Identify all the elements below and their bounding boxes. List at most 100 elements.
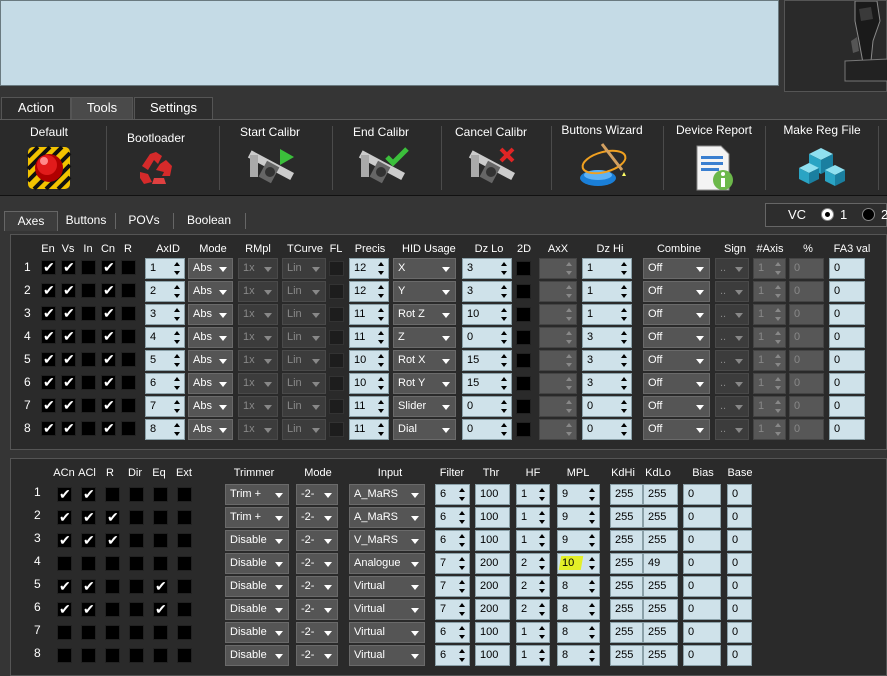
filter-r-checkbox[interactable]	[105, 532, 120, 549]
axis-count-spinner[interactable]: 1	[753, 327, 786, 348]
spinner-arrows-icon[interactable]	[459, 578, 466, 595]
axes-r-checkbox[interactable]	[121, 260, 136, 275]
axes-vs-checkbox[interactable]	[61, 420, 76, 437]
fl-checkbox[interactable]	[329, 261, 344, 276]
spinner-arrows-icon[interactable]	[621, 306, 628, 323]
spinner-arrows-icon[interactable]	[775, 421, 782, 438]
spinner-arrows-icon[interactable]	[775, 306, 782, 323]
input-dropdown[interactable]: A_MaRS	[349, 484, 425, 505]
rmpl-dropdown[interactable]: 1x	[238, 258, 278, 279]
combine-dropdown[interactable]: Off	[643, 327, 710, 348]
sign-dropdown[interactable]: ..	[715, 258, 749, 279]
axid-spinner[interactable]: 5	[145, 350, 185, 371]
axes-in-checkbox[interactable]	[81, 398, 96, 413]
bias-field[interactable]: 0	[683, 645, 721, 666]
spinner-arrows-icon[interactable]	[589, 486, 596, 503]
spinner-arrows-icon[interactable]	[589, 509, 596, 526]
axes-in-checkbox[interactable]	[81, 260, 96, 275]
dz-lo-spinner[interactable]: 3	[462, 281, 512, 302]
hf-spinner[interactable]: 2	[516, 553, 550, 574]
hf-spinner[interactable]: 2	[516, 576, 550, 597]
axes-in-checkbox[interactable]	[81, 421, 96, 436]
axes-en-checkbox[interactable]	[41, 351, 56, 368]
spinner-arrows-icon[interactable]	[378, 375, 385, 392]
base-field[interactable]: 0	[727, 622, 752, 643]
filter-spinner[interactable]: 6	[435, 622, 470, 643]
filter-dir-checkbox[interactable]	[129, 648, 144, 663]
filter-acl-checkbox[interactable]	[81, 509, 96, 526]
dz-hi-spinner[interactable]: 0	[582, 396, 632, 417]
hid-usage-dropdown[interactable]: Rot X	[393, 350, 456, 371]
bias-field[interactable]: 0	[683, 576, 721, 597]
spinner-arrows-icon[interactable]	[378, 306, 385, 323]
axes-in-checkbox[interactable]	[81, 306, 96, 321]
bias-field[interactable]: 0	[683, 553, 721, 574]
make-reg-file-button[interactable]: Make Reg File	[768, 120, 876, 196]
filter-dir-checkbox[interactable]	[129, 556, 144, 571]
axx-spinner[interactable]	[539, 327, 577, 348]
kdlo-field[interactable]: 255	[643, 622, 678, 643]
filter-eq-checkbox[interactable]	[153, 533, 168, 548]
base-field[interactable]: 0	[727, 484, 752, 505]
axid-spinner[interactable]: 8	[145, 419, 185, 440]
axes-r-checkbox[interactable]	[121, 283, 136, 298]
axes-r-checkbox[interactable]	[121, 398, 136, 413]
spinner-arrows-icon[interactable]	[775, 329, 782, 346]
kdhi-field[interactable]: 255	[610, 507, 643, 528]
dz-hi-spinner[interactable]: 3	[582, 327, 632, 348]
spinner-arrows-icon[interactable]	[539, 647, 546, 664]
hf-spinner[interactable]: 1	[516, 645, 550, 666]
precis-spinner[interactable]: 11	[349, 327, 389, 348]
thr-field[interactable]: 200	[475, 553, 510, 574]
spinner-arrows-icon[interactable]	[174, 421, 181, 438]
percent-field[interactable]: 0	[789, 373, 824, 394]
filter-spinner[interactable]: 6	[435, 484, 470, 505]
fl-checkbox[interactable]	[329, 376, 344, 391]
spinner-arrows-icon[interactable]	[589, 555, 596, 572]
hf-spinner[interactable]: 2	[516, 599, 550, 620]
mode-dropdown[interactable]: Abs	[188, 258, 233, 279]
axes-r-checkbox[interactable]	[121, 352, 136, 367]
hf-spinner[interactable]: 1	[516, 530, 550, 551]
filter-ext-checkbox[interactable]	[177, 487, 192, 502]
2d-checkbox[interactable]	[516, 330, 531, 345]
sign-dropdown[interactable]: ..	[715, 373, 749, 394]
axes-vs-checkbox[interactable]	[61, 282, 76, 299]
bias-field[interactable]: 0	[683, 507, 721, 528]
precis-spinner[interactable]: 11	[349, 419, 389, 440]
filter-dir-checkbox[interactable]	[129, 579, 144, 594]
hid-usage-dropdown[interactable]: Slider	[393, 396, 456, 417]
spinner-arrows-icon[interactable]	[378, 283, 385, 300]
filter-acn-checkbox[interactable]	[57, 601, 72, 618]
precis-spinner[interactable]: 12	[349, 281, 389, 302]
filter-eq-checkbox[interactable]	[153, 510, 168, 525]
filter-ext-checkbox[interactable]	[177, 648, 192, 663]
cancel-calibr-button[interactable]: Cancel Calibr	[444, 120, 538, 196]
tcurve-dropdown[interactable]: Lin	[282, 373, 326, 394]
tab-action[interactable]: Action	[1, 97, 71, 119]
tcurve-dropdown[interactable]: Lin	[282, 350, 326, 371]
dz-hi-spinner[interactable]: 3	[582, 373, 632, 394]
spinner-arrows-icon[interactable]	[501, 329, 508, 346]
spinner-arrows-icon[interactable]	[621, 352, 628, 369]
axx-spinner[interactable]	[539, 396, 577, 417]
mpl-spinner[interactable]: 8	[557, 622, 600, 643]
filter-acl-checkbox[interactable]	[81, 556, 96, 571]
filter-dir-checkbox[interactable]	[129, 487, 144, 502]
spinner-arrows-icon[interactable]	[459, 624, 466, 641]
axid-spinner[interactable]: 6	[145, 373, 185, 394]
fl-checkbox[interactable]	[329, 284, 344, 299]
axes-r-checkbox[interactable]	[121, 375, 136, 390]
filter-acl-checkbox[interactable]	[81, 625, 96, 640]
input-dropdown[interactable]: V_MaRS	[349, 530, 425, 551]
spinner-arrows-icon[interactable]	[589, 532, 596, 549]
mpl-spinner[interactable]: 9	[557, 530, 600, 551]
hf-spinner[interactable]: 1	[516, 484, 550, 505]
filter-acl-checkbox[interactable]	[81, 532, 96, 549]
base-field[interactable]: 0	[727, 599, 752, 620]
precis-spinner[interactable]: 12	[349, 258, 389, 279]
axx-spinner[interactable]	[539, 373, 577, 394]
sign-dropdown[interactable]: ..	[715, 396, 749, 417]
base-field[interactable]: 0	[727, 576, 752, 597]
spinner-arrows-icon[interactable]	[621, 283, 628, 300]
